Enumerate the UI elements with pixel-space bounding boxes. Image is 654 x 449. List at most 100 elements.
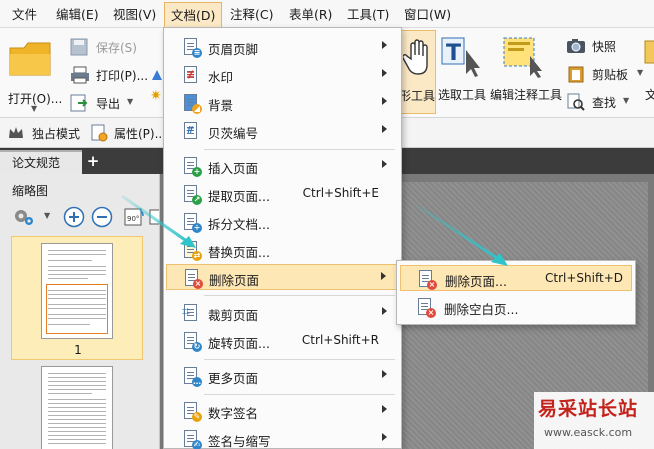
menu-item-label: 页眉页脚	[208, 42, 259, 57]
menu-item-sign-initials[interactable]: ✍ 签名与缩写	[166, 426, 399, 449]
menu-item-insert-page[interactable]: + 插入页面	[166, 153, 399, 179]
rotate-icon[interactable]: 90°	[122, 206, 146, 228]
sparkle-icon: ✷	[150, 88, 162, 104]
text-cursor-icon: T	[441, 37, 480, 77]
split-document-icon: ÷	[182, 213, 202, 233]
thumbnail-page-2[interactable]	[41, 366, 113, 449]
find-button[interactable]: 查找 ▼	[566, 92, 636, 114]
chevron-down-icon: ▼	[127, 97, 134, 106]
zoom-out-icon[interactable]	[91, 206, 113, 228]
chevron-right-icon	[382, 69, 387, 77]
find-label: 查找	[592, 96, 617, 110]
submenu-item-shortcut: Ctrl+Shift+D	[545, 271, 623, 285]
zoom-in-icon[interactable]	[63, 206, 85, 228]
chevron-down-icon[interactable]: ▼	[44, 211, 50, 220]
rotate-page-icon: ↻	[182, 332, 202, 352]
open-button[interactable]: 打开(O)...	[4, 36, 62, 112]
print-button[interactable]: 打印(P)...	[70, 64, 154, 86]
properties-label: 属性(P)...	[114, 127, 167, 141]
find-icon	[567, 93, 585, 111]
menu-item-background[interactable]: ◢ 背景	[166, 90, 399, 116]
chevron-right-icon	[382, 433, 387, 441]
menu-item-label: 提取页面...	[208, 189, 270, 204]
exclusive-mode-button[interactable]: 独占模式	[8, 123, 86, 143]
watermark-url: www.easck.com	[544, 426, 633, 439]
menu-item-rotate-page[interactable]: ↻ 旋转页面... Ctrl+Shift+R	[166, 328, 399, 354]
bates-number-icon: #	[182, 122, 200, 140]
menu-tools[interactable]: 工具(T)	[344, 5, 392, 25]
menu-item-label: 替换页面...	[208, 245, 270, 260]
chevron-down-icon: ▼	[637, 68, 644, 77]
menu-item-label: 水印	[208, 70, 234, 85]
export-icon	[70, 94, 88, 112]
snapshot-button[interactable]: 快照	[566, 36, 636, 58]
crown-icon	[9, 127, 23, 138]
save-button[interactable]: 保存(S)	[70, 36, 150, 58]
hand-tool-button[interactable]: 形工具	[398, 30, 436, 114]
watermark-icon: ≢	[184, 66, 197, 83]
more-tools-icon[interactable]	[149, 206, 159, 228]
menu-item-header-footer[interactable]: ≡ 页眉页脚	[166, 34, 399, 60]
menu-document[interactable]: 文档(D)	[164, 2, 223, 28]
export-label: 导出	[96, 97, 121, 111]
save-icon	[70, 38, 88, 56]
menu-item-shortcut: Ctrl+Shift+E	[302, 186, 379, 200]
snapshot-label: 快照	[592, 40, 617, 54]
tab-thesis-spec[interactable]: 论文规范	[0, 150, 82, 174]
more-pages-icon: …	[182, 367, 202, 387]
menu-item-delete-page[interactable]: × 删除页面	[166, 264, 399, 290]
menu-item-bates-numbering[interactable]: # 贝茨编号	[166, 118, 399, 144]
camera-icon	[567, 39, 585, 53]
menu-item-label: 插入页面	[208, 161, 259, 176]
chevron-right-icon	[382, 160, 387, 168]
clipboard-icon	[568, 66, 584, 83]
menu-item-label: 贝茨编号	[208, 126, 259, 141]
thumbnail-page-1[interactable]: 1	[11, 236, 143, 360]
add-tab-button[interactable]: +	[86, 154, 100, 169]
background-icon: ◢	[182, 94, 202, 114]
insert-page-icon: +	[182, 157, 202, 177]
menu-edit[interactable]: 编辑(E)	[53, 5, 102, 25]
menu-window[interactable]: 窗口(W)	[401, 5, 454, 25]
menu-form[interactable]: 表单(R)	[286, 5, 335, 25]
menu-item-split-document[interactable]: ÷ 拆分文档...	[166, 209, 399, 235]
menu-item-label: 旋转页面...	[208, 336, 270, 351]
menu-item-replace-page[interactable]: ⇄ 替换页面...	[166, 237, 399, 263]
menu-file[interactable]: 文件	[9, 5, 40, 25]
select-text-tool-button[interactable]: T 选取工具	[436, 30, 488, 114]
chevron-right-icon	[382, 97, 387, 105]
delete-page-icon: ×	[183, 269, 203, 289]
menu-item-label: 背景	[208, 98, 234, 113]
gear-icon[interactable]	[12, 206, 36, 228]
menu-item-crop-page[interactable]: ⌗ 裁剪页面	[166, 300, 399, 326]
clipboard-button[interactable]: 剪贴板 ▼	[566, 64, 650, 86]
menu-comment[interactable]: 注释(C)	[227, 5, 276, 25]
delete-page-icon: ×	[417, 270, 437, 290]
menu-item-watermark[interactable]: ≢ 水印	[166, 62, 399, 88]
chevron-right-icon	[381, 272, 386, 280]
document-menu: ≡ 页眉页脚 ≢ 水印 ◢ 背景 # 贝茨编号 + 插入页面 ↗ 提取页面...…	[163, 27, 402, 449]
menu-item-digital-signature[interactable]: ✎ 数字签名	[166, 398, 399, 424]
submenu-item-delete-blank-pages[interactable]: × 删除空白页...	[400, 294, 632, 320]
chevron-down-icon: ▼	[623, 96, 630, 105]
menu-item-label: 删除页面	[209, 273, 260, 288]
chevron-right-icon	[382, 307, 387, 315]
select-text-tool-label: 选取工具	[438, 88, 487, 102]
menu-view[interactable]: 视图(V)	[110, 5, 159, 25]
properties-button[interactable]: 属性(P)...	[90, 123, 166, 143]
save-label: 保存(S)	[96, 41, 137, 55]
chevron-right-icon	[382, 41, 387, 49]
page-preview	[41, 243, 113, 339]
menu-item-extract-page[interactable]: ↗ 提取页面... Ctrl+Shift+E	[166, 181, 399, 207]
menu-separator	[204, 394, 395, 395]
clipboard-label: 剪贴板	[592, 68, 629, 82]
svg-text:T: T	[446, 41, 461, 66]
document-icon	[644, 40, 654, 64]
submenu-item-label: 删除空白页...	[444, 302, 519, 317]
menu-item-more-pages[interactable]: … 更多页面	[166, 363, 399, 389]
watermark-title: 易采站长站	[538, 398, 639, 420]
sign-initials-icon: ✍	[182, 430, 202, 449]
edit-annotation-tool-button[interactable]: 编辑注释工具	[488, 30, 562, 114]
submenu-item-delete-pages[interactable]: × 删除页面... Ctrl+Shift+D	[400, 265, 632, 291]
export-button[interactable]: 导出 ▼	[70, 92, 150, 114]
